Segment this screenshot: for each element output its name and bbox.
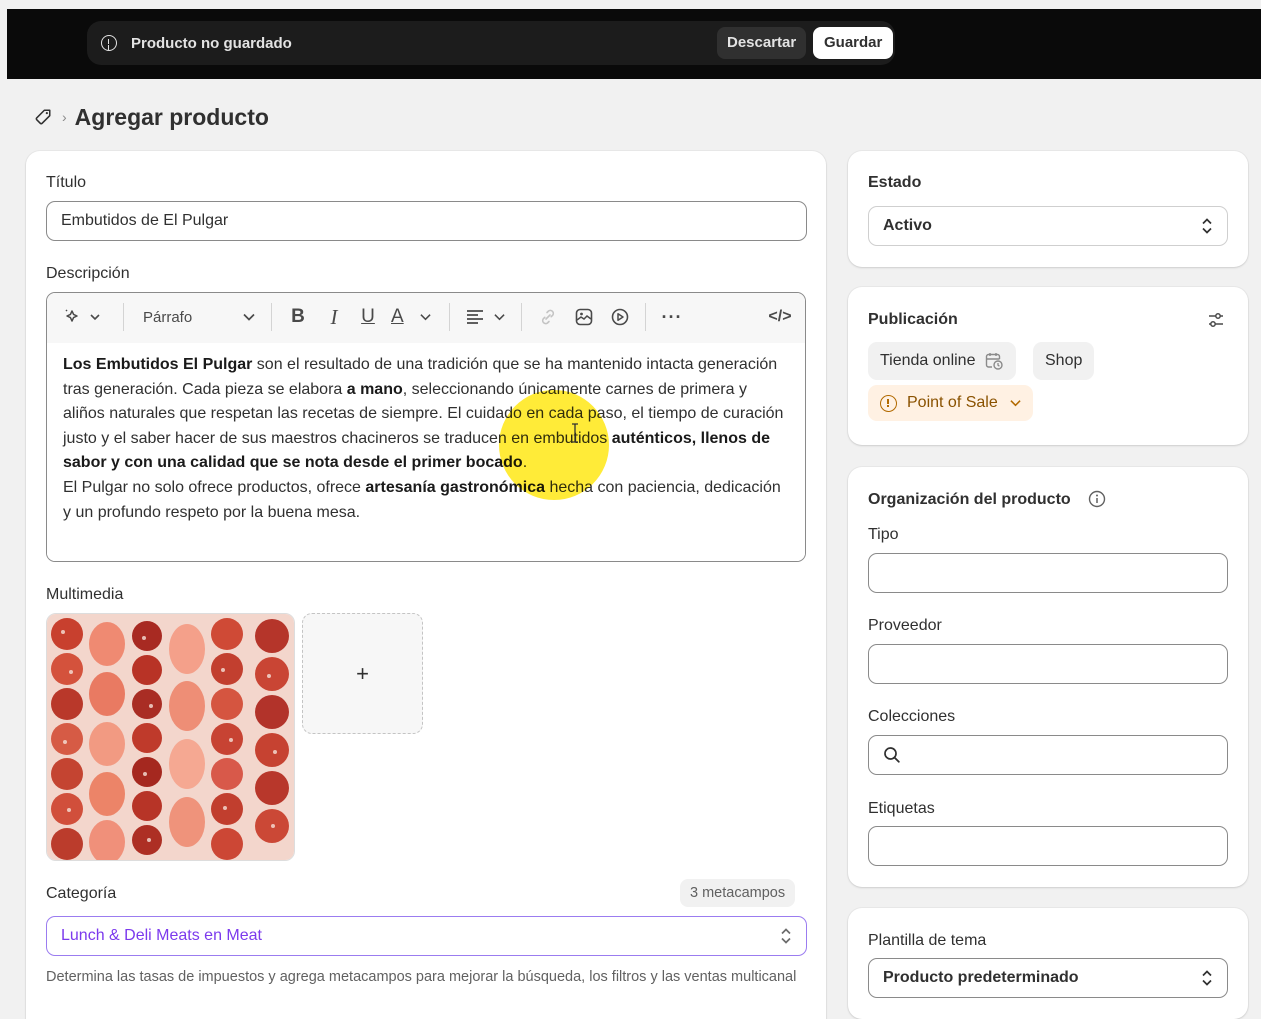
breadcrumb: › Agregar producto [34, 100, 269, 134]
tags-label: Etiquetas [868, 800, 935, 817]
publishing-label: Publicación [868, 311, 958, 328]
align-left-icon [467, 310, 483, 324]
product-main-card: Título Descripción Párrafo B I U A [26, 151, 826, 1019]
chevron-down-icon [420, 314, 431, 321]
category-value: Lunch & Deli Meats en Meat [61, 927, 262, 944]
chevron-down-icon [494, 314, 505, 321]
media-label: Multimedia [46, 586, 124, 603]
underline-button[interactable]: U [357, 304, 379, 330]
channel-online-store-label: Tienda online [880, 352, 976, 369]
text-color-button[interactable]: A [391, 304, 431, 330]
code-view-button[interactable]: </> [765, 304, 795, 330]
collections-search-input[interactable] [868, 735, 1228, 775]
point-of-sale-label: Point of Sale [907, 394, 998, 411]
top-bar: Producto no guardado Descartar Guardar [7, 9, 1261, 79]
editor-toolbar: Párrafo B I U A ··· </> [47, 293, 805, 343]
theme-template-label: Plantilla de tema [868, 932, 987, 949]
alert-circle-icon [101, 35, 117, 51]
calendar-clock-icon [986, 353, 1004, 370]
toolbar-divider [449, 303, 450, 331]
ai-magic-icon[interactable] [61, 304, 105, 330]
breadcrumb-separator: › [62, 109, 67, 125]
select-chevron-icon [781, 928, 791, 944]
text-cursor-icon [572, 423, 578, 443]
link-icon[interactable] [537, 304, 559, 330]
settings-sliders-icon[interactable] [1206, 310, 1226, 330]
add-media-button[interactable]: + [302, 613, 423, 734]
description-text[interactable]: Los Embutidos El Pulgar son el resultado… [47, 343, 805, 561]
channel-online-store[interactable]: Tienda online [868, 342, 1017, 380]
paragraph-select[interactable]: Párrafo [143, 304, 255, 330]
theme-template-card: Plantilla de tema Producto predeterminad… [848, 908, 1248, 1019]
page-title: Agregar producto [74, 103, 269, 130]
save-button[interactable]: Guardar [813, 27, 894, 59]
organization-card: Organización del producto Tipo Proveedor… [848, 467, 1248, 887]
vendor-label: Proveedor [868, 617, 942, 634]
status-value: Activo [883, 217, 932, 234]
status-select[interactable]: Activo [868, 206, 1228, 246]
align-button[interactable] [465, 304, 505, 330]
bold-button[interactable]: B [287, 304, 309, 330]
toolbar-divider [521, 303, 522, 331]
select-chevron-icon [1202, 970, 1212, 986]
description-paragraph-2: El Pulgar no solo ofrece productos, ofre… [63, 478, 781, 521]
unsaved-message: Producto no guardado [131, 34, 292, 52]
video-icon[interactable] [609, 304, 631, 330]
title-input[interactable] [46, 201, 807, 241]
select-chevron-icon [1202, 218, 1212, 234]
chevron-down-icon [1010, 400, 1021, 407]
description-label: Descripción [46, 265, 130, 282]
contextual-save-bar: Producto no guardado Descartar Guardar [87, 21, 895, 65]
category-select[interactable]: Lunch & Deli Meats en Meat [46, 916, 807, 956]
metafields-badge: 3 metacampos [680, 879, 796, 907]
description-paragraph-1: Los Embutidos El Pulgar son el resultado… [63, 356, 784, 472]
channel-shop[interactable]: Shop [1033, 342, 1095, 380]
text-color-label: A [391, 306, 404, 327]
theme-template-value: Producto predeterminado [883, 969, 1079, 986]
paragraph-select-label: Párrafo [143, 308, 193, 326]
description-editor[interactable]: Párrafo B I U A ··· </> Los Embutidos El… [46, 292, 806, 562]
channel-point-of-sale[interactable]: Point of Sale [868, 385, 1033, 421]
search-icon [884, 747, 900, 763]
title-label: Título [46, 174, 87, 191]
warning-circle-icon [880, 394, 897, 412]
chevron-down-icon [243, 313, 255, 321]
collections-label: Colecciones [868, 708, 956, 725]
product-image[interactable] [46, 613, 295, 861]
tags-input[interactable] [868, 826, 1228, 866]
organization-label: Organización del producto [868, 491, 1071, 508]
cursor-highlight [499, 390, 609, 500]
category-help-text: Determina las tasas de impuestos y agreg… [46, 969, 797, 985]
toolbar-divider [123, 303, 124, 331]
type-label: Tipo [868, 526, 899, 543]
status-label: Estado [868, 174, 922, 191]
publishing-card: Publicación Tienda online Shop Point of … [848, 287, 1248, 445]
image-icon[interactable] [573, 304, 595, 330]
toolbar-divider [645, 303, 646, 331]
type-input[interactable] [868, 553, 1228, 593]
status-card: Estado Activo [848, 151, 1248, 267]
italic-button[interactable]: I [323, 304, 345, 330]
theme-template-select[interactable]: Producto predeterminado [868, 958, 1228, 998]
discard-button[interactable]: Descartar [717, 27, 807, 59]
vendor-input[interactable] [868, 644, 1228, 684]
more-options-button[interactable]: ··· [659, 304, 685, 330]
info-icon[interactable] [1088, 490, 1106, 508]
toolbar-divider [271, 303, 272, 331]
tag-icon[interactable] [34, 108, 52, 126]
category-label: Categoría [46, 885, 117, 902]
